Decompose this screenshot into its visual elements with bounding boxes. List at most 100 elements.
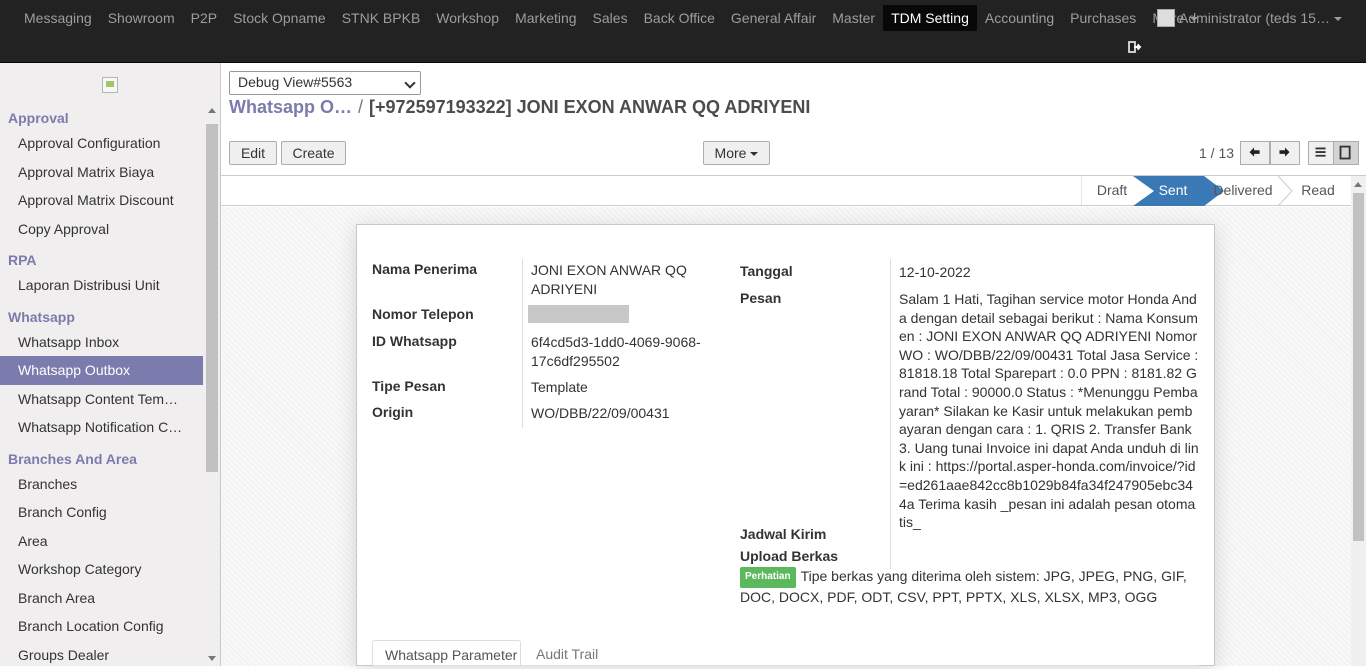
create-button[interactable]: Create	[281, 141, 346, 165]
left-group-divider	[522, 259, 523, 428]
user-menu[interactable]: Administrator (teds 15…	[1157, 9, 1330, 27]
origin-value[interactable]: WO/DBB/22/09/00431	[531, 404, 670, 423]
nama-penerima-value: JONI EXON ANWAR QQ ADRIYENI	[531, 262, 687, 297]
logout-icon[interactable]	[1128, 40, 1142, 54]
menu-sales[interactable]: Sales	[585, 5, 636, 31]
upload-berkas-label: Upload Berkas	[740, 548, 839, 564]
sidebar-item-approval-matrix-discount[interactable]: Approval Matrix Discount	[0, 186, 203, 215]
sidebar-section-approval: Approval	[8, 110, 69, 126]
scroll-up-icon[interactable]	[1354, 182, 1362, 187]
tanggal-label: Tanggal	[740, 263, 793, 279]
menu-general-affair[interactable]: General Affair	[723, 5, 824, 31]
top-navbar: Messaging Showroom P2P Stock Opname STNK…	[0, 0, 1366, 63]
sidebar-item-branch-area[interactable]: Branch Area	[0, 584, 203, 613]
menu-accounting[interactable]: Accounting	[977, 5, 1062, 31]
sidebar-section-branches-and-area: Branches And Area	[8, 450, 137, 467]
sidebar-section-rpa: RPA	[8, 252, 37, 268]
nomor-telepon-redacted	[528, 305, 629, 323]
arrow-left-icon	[1249, 147, 1260, 157]
stage-draft[interactable]: Draft	[1081, 176, 1143, 206]
company-logo	[102, 77, 118, 93]
upload-note: Perhatian Tipe berkas yang diterima oleh …	[740, 567, 1202, 606]
sidebar-item-area[interactable]: Area	[0, 527, 203, 556]
tab-audit-trail[interactable]: Audit Trail	[524, 640, 610, 666]
breadcrumb-current: [+972597193322] JONI EXON ANWAR QQ ADRIY…	[369, 97, 811, 117]
breadcrumb: Whatsapp O… / [+972597193322] JONI EXON AN…	[229, 97, 810, 118]
tipe-pesan-value: Template	[531, 379, 588, 395]
menu-back-office[interactable]: Back Office	[636, 5, 723, 31]
sidebar-item-branch-config[interactable]: Branch Config	[0, 498, 203, 527]
more-actions-label: More	[714, 145, 747, 161]
upload-note-text: Tipe berkas yang diterima oleh sistem: J…	[740, 568, 1187, 605]
breadcrumb-parent[interactable]: Whatsapp O…	[229, 97, 352, 117]
menu-messaging[interactable]: Messaging	[16, 5, 100, 31]
sidebar-item-approval-configuration[interactable]: Approval Configuration	[0, 129, 203, 158]
stage-delivered[interactable]: Delivered	[1211, 176, 1275, 206]
pager-previous-button[interactable]	[1240, 141, 1270, 165]
menu-tdm-setting[interactable]: TDM Setting	[883, 5, 977, 31]
status-bar: Draft Sent Delivered Read	[221, 176, 1351, 206]
sidebar-item-whatsapp-outbox[interactable]: Whatsapp Outbox	[0, 356, 203, 385]
stage-read[interactable]: Read	[1295, 176, 1341, 206]
arrow-right-icon	[1279, 147, 1290, 157]
more-actions-button[interactable]: More	[703, 141, 770, 165]
breadcrumb-separator: /	[358, 97, 364, 117]
tanggal-value: 12-10-2022	[899, 264, 971, 280]
origin-label: Origin	[372, 404, 414, 420]
main-menu: Messaging Showroom P2P Stock Opname STNK…	[16, 5, 1206, 31]
sidebar-item-branch-location-config[interactable]: Branch Location Config	[0, 612, 203, 641]
sidebar: Approval Approval Configuration Approval…	[0, 63, 221, 666]
form-view-button[interactable]	[1333, 141, 1359, 165]
sidebar-item-laporan-distribusi-unit[interactable]: Laporan Distribusi Unit	[0, 271, 203, 300]
sidebar-item-copy-approval[interactable]: Copy Approval	[0, 215, 203, 244]
user-caret-icon[interactable]	[1334, 17, 1342, 21]
id-whatsapp-value: 6f4cd5d3-1dd0-4069-9068-17c6df295502	[531, 334, 701, 369]
nomor-telepon-label: Nomor Telepon	[372, 306, 474, 322]
warning-badge: Perhatian	[740, 567, 796, 588]
menu-stock-opname[interactable]: Stock Opname	[225, 5, 334, 31]
avatar	[1157, 9, 1175, 27]
nama-penerima-label: Nama Penerima	[372, 261, 478, 277]
form-icon	[1339, 145, 1351, 160]
sidebar-item-whatsapp-inbox[interactable]: Whatsapp Inbox	[0, 328, 203, 357]
menu-stnk-bpkb[interactable]: STNK BPKB	[334, 5, 429, 31]
stage-sent[interactable]: Sent	[1145, 176, 1201, 206]
user-name: Administrator (teds 15…	[1179, 10, 1330, 26]
sidebar-item-workshop-category[interactable]: Workshop Category	[0, 555, 203, 584]
sidebar-item-whatsapp-content-template[interactable]: Whatsapp Content Tem…	[0, 385, 203, 414]
pesan-value: Salam 1 Hati, Tagihan service motor Hond…	[899, 291, 1199, 531]
sidebar-item-groups-dealer[interactable]: Groups Dealer	[0, 641, 203, 667]
edit-button[interactable]: Edit	[229, 141, 277, 165]
menu-marketing[interactable]: Marketing	[507, 5, 584, 31]
debug-view-select[interactable]: Debug View#5563	[229, 71, 421, 95]
menu-p2p[interactable]: P2P	[183, 5, 225, 31]
sidebar-item-branches[interactable]: Branches	[0, 470, 203, 499]
pager-next-button[interactable]	[1270, 141, 1300, 165]
main-scrollbar[interactable]	[1351, 176, 1366, 666]
menu-master[interactable]: Master	[824, 5, 883, 31]
sidebar-scrollbar-thumb[interactable]	[206, 124, 218, 472]
debug-view-value: Debug View#5563	[238, 74, 353, 90]
sidebar-nav: Approval Approval Configuration Approval…	[0, 101, 203, 666]
menu-showroom[interactable]: Showroom	[100, 5, 183, 31]
sidebar-scrollbar[interactable]	[205, 108, 218, 666]
main-scrollbar-thumb[interactable]	[1353, 193, 1364, 541]
sidebar-item-approval-matrix-biaya[interactable]: Approval Matrix Biaya	[0, 158, 203, 187]
caret-down-icon	[750, 152, 759, 157]
chevron-down-icon	[404, 77, 416, 89]
list-view-button[interactable]	[1308, 141, 1334, 165]
tipe-pesan-label: Tipe Pesan	[372, 378, 446, 394]
sidebar-item-whatsapp-notification[interactable]: Whatsapp Notification C…	[0, 413, 203, 442]
id-whatsapp-label: ID Whatsapp	[372, 333, 457, 349]
scroll-up-icon[interactable]	[208, 108, 216, 113]
menu-workshop[interactable]: Workshop	[428, 5, 507, 31]
control-panel: Debug View#5563 Whatsapp O… / [+9725971933…	[221, 63, 1366, 176]
right-group-divider	[890, 259, 891, 569]
pager-value[interactable]: 1 / 13	[1199, 145, 1234, 161]
tab-whatsapp-parameter[interactable]: Whatsapp Parameter	[372, 640, 521, 666]
sidebar-section-whatsapp: Whatsapp	[8, 308, 75, 325]
scroll-down-icon[interactable]	[208, 656, 216, 661]
list-icon	[1315, 147, 1326, 157]
menu-purchases[interactable]: Purchases	[1062, 5, 1144, 31]
jadwal-kirim-label: Jadwal Kirim	[740, 526, 827, 542]
